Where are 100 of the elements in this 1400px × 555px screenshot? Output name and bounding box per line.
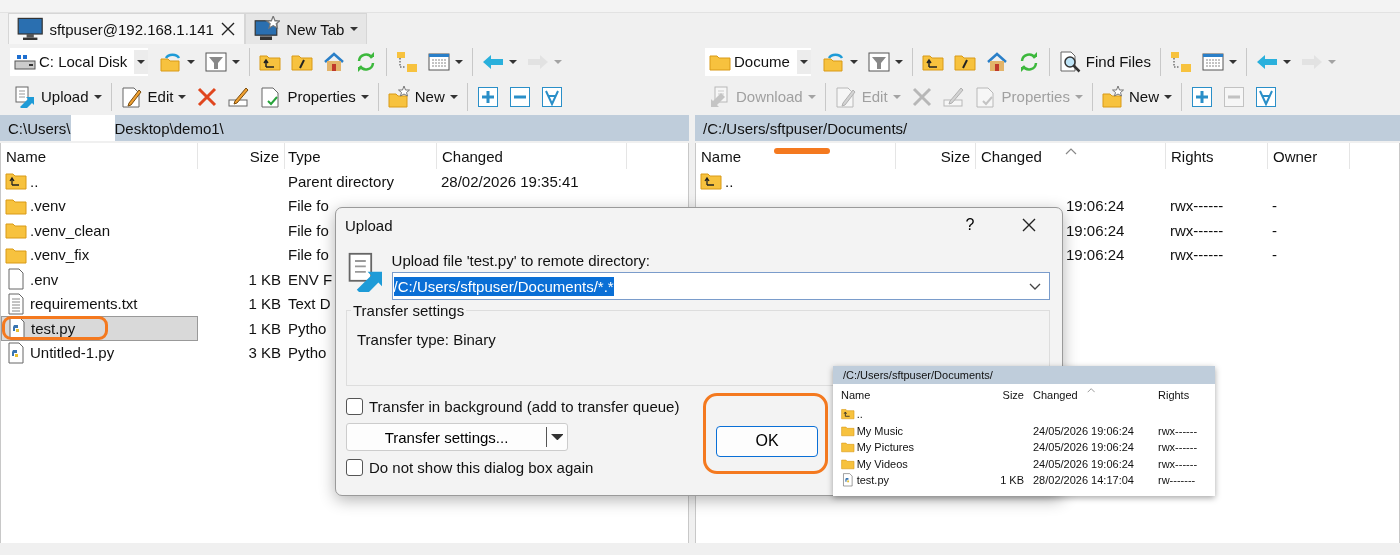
edit-icon [834, 85, 857, 108]
location-dropdown[interactable]: Docume [705, 47, 811, 76]
caret-icon [187, 59, 196, 64]
date-cell: 28/02/2026 14:17:04 [1033, 474, 1134, 487]
file-name-cell[interactable]: .. [1, 169, 198, 194]
type-cell: File fo [288, 246, 329, 264]
group-title: Transfer settings [351, 302, 467, 319]
folder-icon [841, 423, 855, 438]
file-icon [5, 268, 27, 291]
date-cell: 24/05/2026 19:06:24 [1033, 424, 1134, 437]
column-header[interactable]: Size [896, 143, 976, 169]
location-dropdown[interactable]: C: Local Disk [10, 47, 149, 76]
tab-label: New Tab [286, 20, 345, 38]
caret-icon [1074, 94, 1083, 99]
edit-icon [120, 85, 143, 108]
caret-icon [360, 94, 369, 99]
date-cell: 19:06:24 [1066, 246, 1125, 264]
dont-show-checkbox[interactable]: Do not show this dialog box again [346, 459, 680, 476]
caret-icon [93, 94, 102, 99]
upload-button[interactable]: Upload [10, 82, 106, 111]
column-header: Rights [1157, 388, 1191, 403]
column-header[interactable]: Rights [1166, 143, 1268, 169]
file-name-cell[interactable]: .env [1, 267, 198, 292]
file-name-cell[interactable]: requirements.txt [1, 291, 198, 316]
date-cell: 24/05/2026 19:06:24 [1033, 457, 1134, 470]
date-cell: 24/05/2026 19:06:24 [1033, 441, 1134, 454]
edit-button[interactable]: Edit [116, 82, 191, 111]
session-tab[interactable]: sftpuser@192.168.1.141 [8, 13, 245, 44]
rights-cell: rwx------ [1170, 221, 1224, 239]
folder-icon [841, 456, 855, 471]
new-button[interactable]: New [1097, 82, 1176, 111]
rights-cell: rwx------ [1158, 441, 1198, 454]
caret-icon [232, 59, 241, 64]
folder-tree-icon [1169, 50, 1192, 73]
parent-folder-icon [841, 407, 855, 422]
filter-icon [205, 50, 228, 73]
transfer-settings-button[interactable]: Transfer settings... [346, 423, 568, 451]
close-icon [1021, 217, 1037, 233]
type-cell: File fo [288, 221, 329, 239]
type-cell: Text D [288, 295, 331, 313]
chevron-icon [1029, 282, 1041, 290]
list-view-icon [428, 50, 451, 73]
parent-folder-icon [700, 170, 722, 193]
rights-cell: rwx------ [1158, 424, 1198, 437]
find-files-icon [1058, 50, 1081, 73]
directory-field[interactable]: /C:/Users/sftpuser/Documents/*.* [391, 272, 1050, 300]
checkbox[interactable] [346, 398, 363, 415]
caret-icon [892, 94, 901, 99]
column-header[interactable]: Owner [1268, 143, 1350, 169]
column-header[interactable]: Name [1, 143, 198, 169]
file-name-cell[interactable]: .venv_clean [1, 218, 198, 243]
type-cell: Pytho [288, 344, 327, 362]
highlight-stroke [774, 148, 830, 154]
caret-icon [449, 94, 458, 99]
caret-icon [849, 59, 858, 64]
caret-icon [554, 59, 563, 64]
column-header[interactable]: Type [285, 143, 437, 169]
column-header[interactable]: Changed [976, 143, 1166, 169]
new-button[interactable]: New [383, 82, 462, 111]
type-cell: ENV F [288, 270, 333, 288]
caret-icon [807, 94, 816, 99]
tab-label: sftpuser@192.168.1.141 [49, 20, 214, 38]
transfer-type-text: Transfer type: Binary [357, 331, 497, 348]
select-all-icon [1254, 85, 1277, 108]
checkbox[interactable] [346, 459, 363, 476]
caret-icon [455, 59, 464, 64]
file-name-cell[interactable]: .venv [1, 193, 198, 218]
file-name-cell: My Music [856, 424, 904, 437]
date-cell: 19:06:24 [1066, 197, 1125, 215]
column-header[interactable]: Size [198, 143, 285, 169]
rights-cell: rwx------ [1170, 197, 1224, 215]
help-button[interactable]: ? [948, 209, 992, 241]
minus-icon [1222, 85, 1245, 108]
file-name-cell[interactable]: .venv_fix [1, 242, 198, 267]
rights-cell: rwx------ [1170, 246, 1224, 264]
size-cell: 1 KB [1000, 474, 1024, 487]
caret-icon [1327, 59, 1336, 64]
file-name-cell[interactable]: Untitled-1.py [1, 340, 198, 365]
home-icon [985, 50, 1008, 73]
find-files-button[interactable]: Find Files [1054, 47, 1155, 76]
path-text: /C:/Users/sftpuser/Documents/ [703, 119, 908, 137]
dialog-title: Upload [345, 216, 394, 234]
prompt-text: Upload file 'test.py' to remote directory: [391, 252, 651, 269]
background-checkbox[interactable]: Transfer in background (add to transfer queue) [346, 398, 680, 415]
session-tab[interactable]: New Tab [244, 13, 368, 44]
properties-icon [974, 85, 997, 108]
caret-icon [799, 59, 808, 64]
folder-icon [841, 440, 855, 455]
rename-icon [228, 85, 251, 108]
python-file-icon [5, 341, 27, 364]
close-icon [219, 21, 236, 37]
column-header[interactable]: Changed [437, 143, 627, 169]
caret-icon [894, 59, 903, 64]
file-name-cell[interactable]: .. [725, 172, 734, 190]
owner-cell: - [1272, 221, 1277, 239]
ok-button[interactable]: OK [716, 425, 818, 457]
parent-folder-icon [5, 170, 27, 193]
caret-icon [178, 94, 187, 99]
properties-button[interactable]: Properties [256, 82, 373, 111]
caret-icon [550, 433, 564, 441]
